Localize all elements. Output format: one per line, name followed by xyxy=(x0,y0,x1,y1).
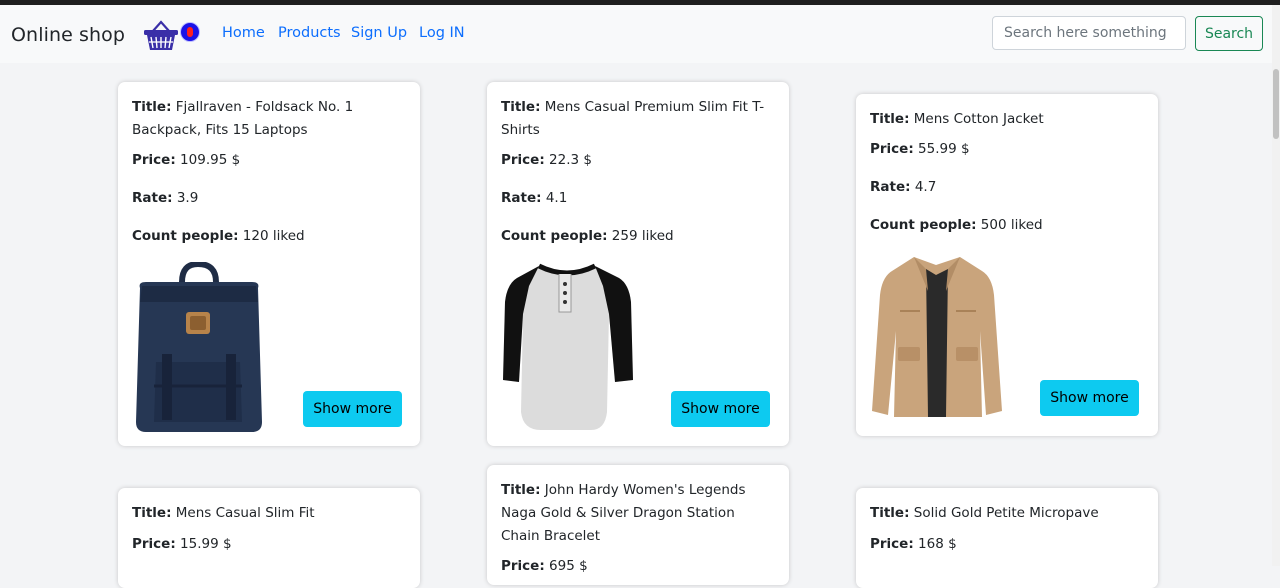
navbar: Online shop Home Products Sign Up Log IN… xyxy=(0,5,1280,63)
count-label: Count people: xyxy=(132,228,239,244)
shopping-basket-icon[interactable] xyxy=(143,19,179,51)
rate-value: 4.1 xyxy=(545,190,568,206)
price-value: 695 $ xyxy=(549,558,588,574)
tshirt-image xyxy=(503,263,633,430)
scrollbar-thumb[interactable] xyxy=(1273,69,1279,139)
price-value: 22.3 $ xyxy=(549,152,592,168)
price-value: 109.95 $ xyxy=(180,152,241,168)
product-rate: Rate: 4.7 xyxy=(870,176,936,199)
brand-name[interactable]: Online shop xyxy=(11,24,125,46)
product-count: Count people: 500 liked xyxy=(870,214,1043,237)
price-label: Price: xyxy=(132,152,176,168)
product-title: Title: John Hardy Women's Legends Naga G… xyxy=(501,479,771,548)
title-label: Title: xyxy=(501,482,541,498)
product-price: Price: 55.99 $ xyxy=(870,138,970,161)
rate-value: 3.9 xyxy=(176,190,199,206)
product-price: Price: 168 $ xyxy=(870,533,957,556)
product-card: Title: Mens Casual Premium Slim Fit T-Sh… xyxy=(487,82,789,446)
product-card: Title: Mens Cotton Jacket Price: 55.99 $… xyxy=(856,94,1158,436)
search-input[interactable] xyxy=(992,16,1186,50)
price-label: Price: xyxy=(870,536,914,552)
show-more-button[interactable]: Show more xyxy=(303,391,402,427)
product-card: Title: Mens Casual Slim Fit Price: 15.99… xyxy=(118,488,420,588)
price-label: Price: xyxy=(501,558,545,574)
product-rate: Rate: 3.9 xyxy=(132,187,198,210)
product-card: Title: John Hardy Women's Legends Naga G… xyxy=(487,465,789,585)
search-button[interactable]: Search xyxy=(1195,16,1263,51)
rate-label: Rate: xyxy=(870,179,911,195)
rate-value: 4.7 xyxy=(914,179,937,195)
title-label: Title: xyxy=(132,505,172,521)
product-count: Count people: 259 liked xyxy=(501,225,674,248)
title-label: Title: xyxy=(870,111,910,127)
price-label: Price: xyxy=(501,152,545,168)
show-more-button[interactable]: Show more xyxy=(671,391,770,427)
jacket-image xyxy=(872,257,1002,417)
title-value: Mens Casual Premium Slim Fit T-Shirts xyxy=(501,99,765,138)
title-label: Title: xyxy=(132,99,172,115)
product-price: Price: 695 $ xyxy=(501,555,588,578)
count-value: 120 liked xyxy=(242,228,305,244)
nav-link-sign-up[interactable]: Sign Up xyxy=(351,25,407,41)
backpack-image xyxy=(136,262,262,432)
title-label: Title: xyxy=(870,505,910,521)
rate-label: Rate: xyxy=(501,190,542,206)
nav-link-log-in[interactable]: Log IN xyxy=(419,25,465,41)
price-label: Price: xyxy=(870,141,914,157)
product-price: Price: 15.99 $ xyxy=(132,533,232,556)
product-card: Title: Fjallraven - Foldsack No. 1 Backp… xyxy=(118,82,420,446)
product-price: Price: 109.95 $ xyxy=(132,149,240,172)
price-value: 168 $ xyxy=(918,536,957,552)
product-title: Title: Mens Cotton Jacket xyxy=(870,108,1140,131)
title-value: Solid Gold Petite Micropave xyxy=(913,505,1099,521)
count-value: 500 liked xyxy=(980,217,1043,233)
price-value: 55.99 $ xyxy=(918,141,970,157)
title-value: Mens Cotton Jacket xyxy=(913,111,1044,127)
product-title: Title: Mens Casual Premium Slim Fit T-Sh… xyxy=(501,96,771,142)
product-rate: Rate: 4.1 xyxy=(501,187,567,210)
scrollbar[interactable] xyxy=(1272,5,1280,566)
count-label: Count people: xyxy=(501,228,608,244)
product-card: Title: Solid Gold Petite Micropave Price… xyxy=(856,488,1158,588)
cart-count-badge xyxy=(180,22,200,42)
product-count: Count people: 120 liked xyxy=(132,225,305,248)
product-price: Price: 22.3 $ xyxy=(501,149,592,172)
product-title: Title: Mens Casual Slim Fit xyxy=(132,502,402,525)
nav-link-products[interactable]: Products xyxy=(278,25,341,41)
nav-link-home[interactable]: Home xyxy=(222,25,265,41)
show-more-button[interactable]: Show more xyxy=(1040,380,1139,416)
count-label: Count people: xyxy=(870,217,977,233)
count-value: 259 liked xyxy=(611,228,674,244)
product-title: Title: Solid Gold Petite Micropave xyxy=(870,502,1140,525)
title-label: Title: xyxy=(501,99,541,115)
title-value: Mens Casual Slim Fit xyxy=(175,505,315,521)
rate-label: Rate: xyxy=(132,190,173,206)
price-label: Price: xyxy=(132,536,176,552)
price-value: 15.99 $ xyxy=(180,536,232,552)
product-title: Title: Fjallraven - Foldsack No. 1 Backp… xyxy=(132,96,402,142)
